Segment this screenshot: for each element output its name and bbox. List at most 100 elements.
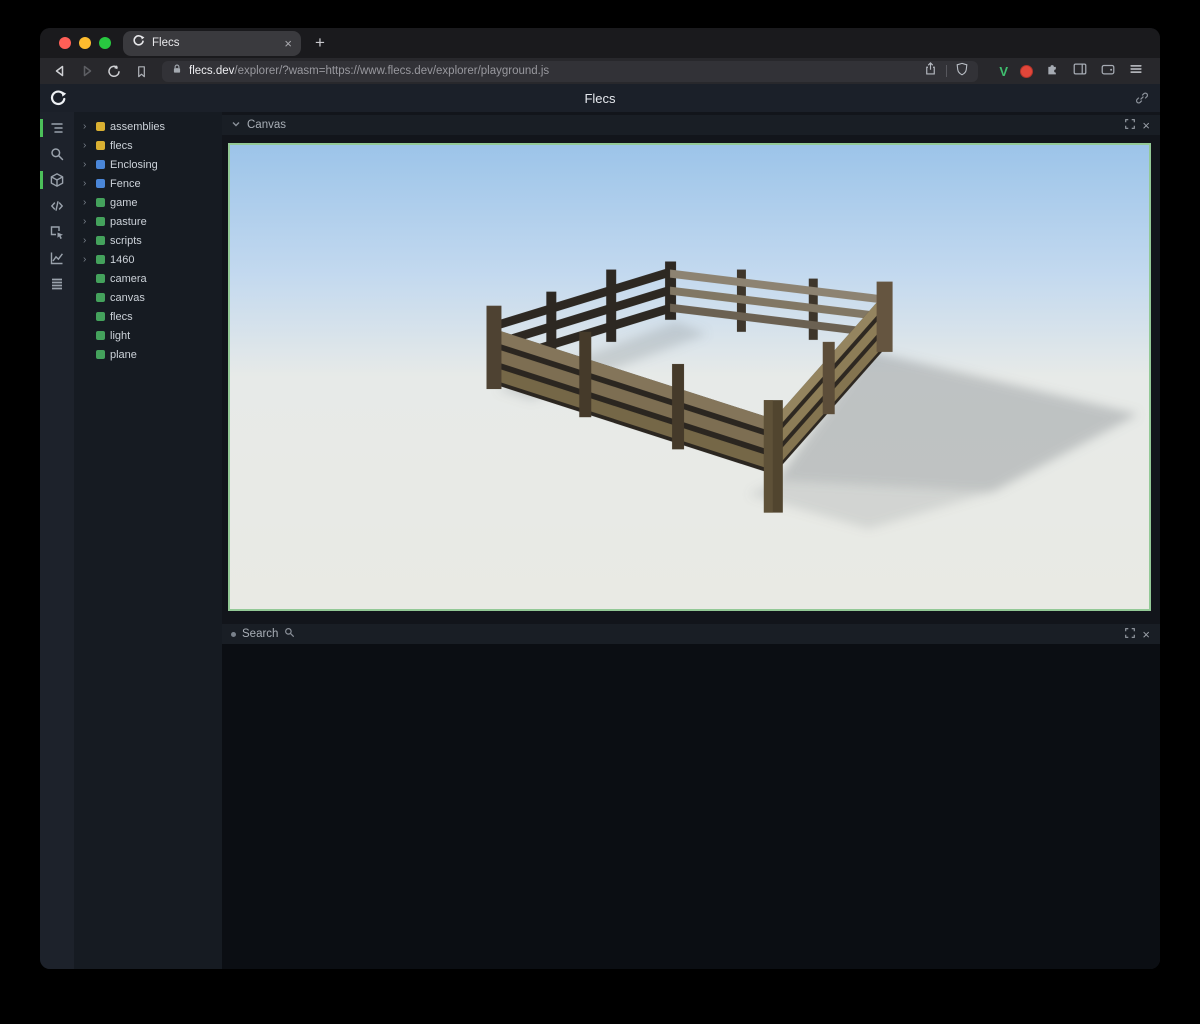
share-icon[interactable] [923, 61, 938, 81]
url-domain: flecs.dev [189, 65, 234, 77]
page-title: Flecs [40, 91, 1160, 106]
sidebar-panel-icon[interactable] [1072, 61, 1088, 82]
zoom-window-button[interactable] [99, 37, 111, 49]
expand-chevron[interactable]: › [83, 255, 91, 265]
search-close-icon[interactable]: × [1142, 628, 1150, 641]
entity-tree-panel: › assemblies › flecs › Enclosing [74, 112, 222, 969]
inspect-cursor-icon[interactable] [40, 222, 74, 242]
extensions-puzzle-icon[interactable] [1045, 61, 1060, 81]
tree-row[interactable]: › Enclosing [74, 155, 222, 174]
tree-row[interactable]: › pasture [74, 212, 222, 231]
entity-label: Enclosing [110, 159, 158, 171]
entity-label: 1460 [110, 254, 134, 266]
canvas-3d-viewport[interactable] [228, 143, 1151, 611]
left-icon-sidebar [40, 112, 74, 969]
entity-color-square [96, 350, 105, 359]
tree-row[interactable]: › scripts [74, 231, 222, 250]
fence-3d-render [230, 145, 1149, 609]
app-header: Flecs [40, 84, 1160, 112]
entity-label: pasture [110, 216, 147, 228]
tree-row[interactable]: › canvas [74, 288, 222, 307]
browser-toolbar: flecs.dev/explorer/?wasm=https://www.fle… [40, 58, 1160, 84]
expand-chevron[interactable]: › [83, 236, 91, 246]
expand-chevron[interactable]: › [83, 122, 91, 132]
entity-color-square [96, 236, 105, 245]
forward-button[interactable] [77, 61, 97, 81]
entity-label: light [110, 330, 130, 342]
entity-color-square [96, 160, 105, 169]
lock-icon [171, 62, 183, 80]
entity-color-square [96, 179, 105, 188]
cube-icon[interactable] [40, 170, 74, 190]
tree-row[interactable]: › flecs [74, 136, 222, 155]
new-tab-button[interactable]: + [315, 33, 325, 53]
minimize-window-button[interactable] [79, 37, 91, 49]
stats-rows-icon[interactable] [40, 274, 74, 294]
tab-strip: Flecs × + [40, 28, 1160, 58]
flecs-explorer-app: Flecs [40, 84, 1160, 969]
expand-chevron[interactable]: › [83, 160, 91, 170]
tree-row[interactable]: › camera [74, 269, 222, 288]
canvas-close-icon[interactable]: × [1142, 119, 1150, 132]
url-bar-actions [923, 61, 969, 81]
menu-hamburger-icon[interactable] [1128, 61, 1144, 82]
expand-chevron[interactable]: › [83, 217, 91, 227]
chart-icon[interactable] [40, 248, 74, 268]
entity-color-square [96, 255, 105, 264]
url-path: /explorer/?wasm=https://www.flecs.dev/ex… [234, 65, 549, 77]
tree-row[interactable]: › 1460 [74, 250, 222, 269]
magnifier-icon [284, 627, 295, 641]
share-link-icon[interactable] [1135, 91, 1149, 105]
traffic-lights [40, 37, 123, 49]
chevron-down-icon[interactable] [231, 119, 241, 132]
fullscreen-icon[interactable] [1124, 118, 1136, 133]
tree-row[interactable]: › plane [74, 345, 222, 364]
tab-close-icon[interactable]: × [284, 37, 292, 50]
panel-dot-icon[interactable] [231, 632, 236, 637]
tree-row[interactable]: › Fence [74, 174, 222, 193]
brave-shield-icon[interactable] [955, 62, 969, 81]
entity-color-square [96, 198, 105, 207]
browser-tab[interactable]: Flecs × [123, 31, 301, 56]
close-window-button[interactable] [59, 37, 71, 49]
entity-color-square [96, 293, 105, 302]
entity-label: camera [110, 273, 147, 285]
v-extension-icon[interactable]: V [999, 64, 1008, 79]
url-bar[interactable]: flecs.dev/explorer/?wasm=https://www.fle… [162, 61, 978, 82]
expand-chevron[interactable]: › [83, 141, 91, 151]
entity-label: canvas [110, 292, 145, 304]
entity-label: flecs [110, 140, 133, 152]
app-body: › assemblies › flecs › Enclosing [40, 112, 1160, 969]
entity-color-square [96, 312, 105, 321]
back-button[interactable] [50, 61, 70, 81]
search-icon[interactable] [40, 144, 74, 164]
entity-label: plane [110, 349, 137, 361]
fullscreen-icon[interactable] [1124, 627, 1136, 642]
entity-color-square [96, 331, 105, 340]
extension-cluster: V [989, 61, 1150, 82]
expand-chevron[interactable]: › [83, 198, 91, 208]
wallet-icon[interactable] [1100, 61, 1116, 82]
entity-label: assemblies [110, 121, 165, 133]
entity-label: flecs [110, 311, 133, 323]
tree-row[interactable]: › game [74, 193, 222, 212]
outline-tree-icon[interactable] [40, 118, 74, 138]
red-extension-icon[interactable] [1020, 65, 1033, 78]
search-results-area [222, 644, 1160, 969]
entity-color-square [96, 122, 105, 131]
tree-row[interactable]: › flecs [74, 307, 222, 326]
canvas-panel-title: Canvas [247, 119, 286, 131]
entity-label: scripts [110, 235, 142, 247]
code-icon[interactable] [40, 196, 74, 216]
bookmark-icon[interactable] [131, 61, 151, 81]
tab-favicon-flecs-logo-icon [132, 34, 145, 52]
tree-row[interactable]: › light [74, 326, 222, 345]
entity-color-square [96, 217, 105, 226]
url-text: flecs.dev/explorer/?wasm=https://www.fle… [189, 65, 549, 77]
reload-button[interactable] [104, 61, 124, 81]
tree-row[interactable]: › assemblies [74, 117, 222, 136]
main-panel-area: Canvas × [222, 112, 1160, 969]
expand-chevron[interactable]: › [83, 179, 91, 189]
url-divider [946, 65, 947, 77]
entity-color-square [96, 274, 105, 283]
